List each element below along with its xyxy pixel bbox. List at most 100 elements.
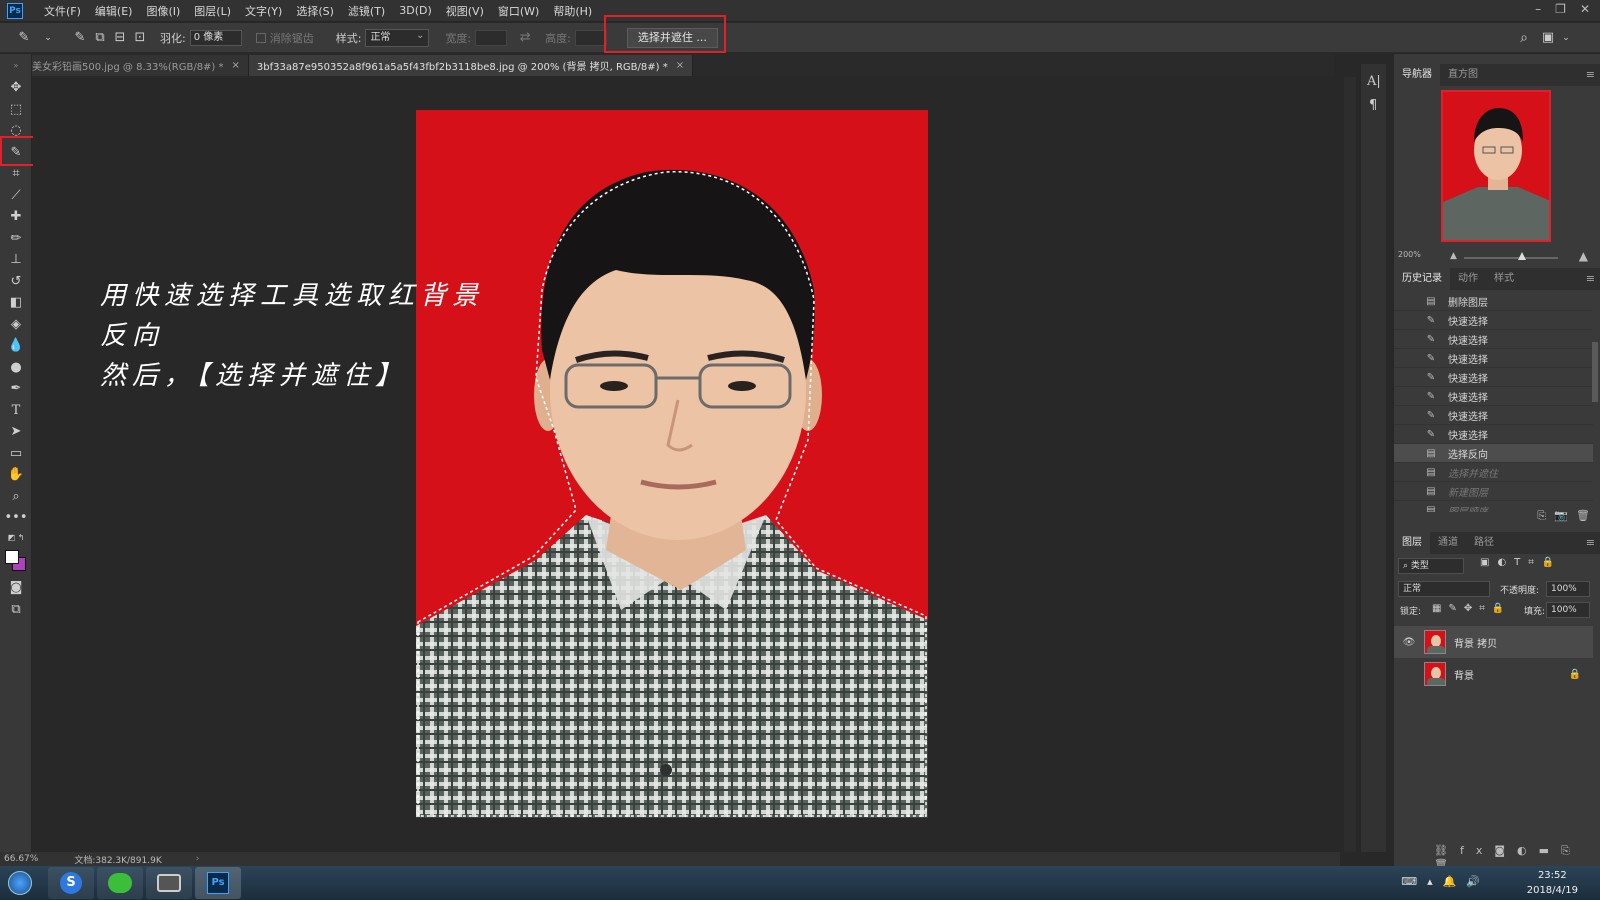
add-selection-icon[interactable]: ⧉ <box>90 28 110 48</box>
blend-mode-select[interactable]: 正常 <box>1398 581 1490 597</box>
menu-view[interactable]: 视图(V) <box>439 3 491 19</box>
eraser-tool-icon[interactable]: ◧ <box>6 293 26 311</box>
taskbar-camera[interactable] <box>146 867 192 899</box>
quick-mask-icon[interactable]: ◙ <box>6 578 26 596</box>
menu-layer[interactable]: 图层(L) <box>187 3 238 19</box>
canvas-vertical-scrollbar[interactable] <box>1344 77 1356 852</box>
tab-paths[interactable]: 路径 <box>1466 532 1502 554</box>
quick-select-preset-icon[interactable]: ✎ <box>14 28 34 48</box>
zoom-level[interactable]: 66.67% <box>4 854 38 864</box>
panel-menu-icon[interactable]: ≡ <box>1586 536 1595 549</box>
tab-histogram[interactable]: 直方图 <box>1440 64 1486 86</box>
screen-mode-icon[interactable]: ⧉ <box>6 600 26 618</box>
status-arrow-icon[interactable]: › <box>196 854 200 864</box>
panel-menu-icon[interactable]: ≡ <box>1586 272 1595 285</box>
history-state-row[interactable]: ✎ 快速选择 <box>1394 368 1593 387</box>
search-icon[interactable]: ⌕ <box>1514 28 1534 48</box>
menu-filter[interactable]: 滤镜(T) <box>341 3 392 19</box>
history-state-row[interactable]: ▤ 删除图层 <box>1394 292 1593 311</box>
tab-history[interactable]: 历史记录 <box>1394 268 1450 290</box>
opacity-input[interactable]: 100% <box>1546 581 1590 597</box>
panel-menu-icon[interactable]: ≡ <box>1586 68 1595 81</box>
taskbar-sogou[interactable]: S <box>48 867 94 899</box>
menu-help[interactable]: 帮助(H) <box>546 3 599 19</box>
history-scrollbar[interactable] <box>1592 342 1598 402</box>
tab-channels[interactable]: 通道 <box>1430 532 1466 554</box>
fill-input[interactable]: 100% <box>1546 602 1590 618</box>
more-tools-icon[interactable]: ••• <box>5 508 28 526</box>
close-icon[interactable]: ✕ <box>1580 2 1590 16</box>
menu-image[interactable]: 图像(I) <box>139 3 187 19</box>
history-state-row[interactable]: ✎ 快速选择 <box>1394 330 1593 349</box>
taskbar-photoshop[interactable]: Ps <box>195 867 241 899</box>
history-state-row[interactable]: ✎ 快速选择 <box>1394 406 1593 425</box>
history-state-row[interactable]: ✎ 快速选择 <box>1394 387 1593 406</box>
height-input[interactable] <box>574 29 607 46</box>
healing-brush-tool-icon[interactable]: ✚ <box>6 207 26 225</box>
tab-document-1[interactable]: 美女彩铅画500.jpg @ 8.33%(RGB/8#) * × <box>24 55 249 76</box>
history-state-row[interactable]: ▤ 选择反向 <box>1394 444 1593 463</box>
menu-file[interactable]: 文件(F) <box>37 3 88 19</box>
menu-window[interactable]: 窗口(W) <box>491 3 546 19</box>
tab-close-icon[interactable]: × <box>232 60 240 71</box>
character-panel-icon[interactable]: A| <box>1367 74 1381 89</box>
paint-bucket-tool-icon[interactable]: ◈ <box>6 315 26 333</box>
tab-layers[interactable]: 图层 <box>1394 532 1430 554</box>
move-tool-icon[interactable]: ✥ <box>6 78 26 96</box>
style-select[interactable]: 正常 <box>365 28 430 47</box>
feather-input[interactable]: 0 像素 <box>189 29 242 46</box>
lock-options-icons[interactable]: ▦✎✥⌗🔒 <box>1432 603 1511 614</box>
workspace-icon[interactable]: ▣ <box>1538 28 1558 48</box>
hand-tool-icon[interactable]: ✋ <box>6 465 26 483</box>
type-tool-icon[interactable]: T <box>6 401 26 419</box>
blur-tool-icon[interactable]: 💧 <box>6 336 26 354</box>
workspace-dropdown-icon[interactable]: ⌄ <box>1556 28 1576 48</box>
zoom-out-icon[interactable]: ▲ <box>1450 251 1457 261</box>
restore-icon[interactable]: ❐ <box>1555 2 1566 16</box>
subtract-selection-icon[interactable]: ⊟ <box>110 28 130 48</box>
history-state-row[interactable]: ✎ 快速选择 <box>1394 425 1593 444</box>
navigator-zoom-slider[interactable] <box>1464 257 1558 259</box>
zoom-tool-icon[interactable]: ⌕ <box>6 487 26 505</box>
eyedropper-tool-icon[interactable]: ⟋ <box>6 186 26 204</box>
new-document-from-state-icon[interactable]: ⎘ <box>1537 509 1546 523</box>
foreground-color-swatch[interactable] <box>5 550 19 564</box>
menu-3d[interactable]: 3D(D) <box>392 4 439 17</box>
width-input[interactable] <box>475 29 508 46</box>
document-image[interactable] <box>416 110 928 818</box>
path-selection-tool-icon[interactable]: ➤ <box>6 422 26 440</box>
tab-document-2[interactable]: 3bf33a87e950352a8f961a5a5f43fbf2b3118be8… <box>248 55 694 76</box>
clone-stamp-tool-icon[interactable]: ⊥ <box>6 250 26 268</box>
menu-type[interactable]: 文字(Y) <box>238 3 289 19</box>
start-button[interactable] <box>0 866 40 900</box>
delete-state-trash-icon[interactable]: 🗑 <box>1576 509 1590 522</box>
default-colors-icon[interactable]: ◩ ↰ <box>6 528 26 546</box>
tab-close-icon[interactable]: × <box>676 60 684 71</box>
layer-filter-select[interactable]: ⌕ 类型 <box>1398 558 1464 574</box>
history-brush-tool-icon[interactable]: ↺ <box>6 272 26 290</box>
zoom-slider-handle[interactable] <box>1518 252 1526 260</box>
crop-tool-icon[interactable]: ⌗ <box>6 164 26 182</box>
dropdown-arrow-icon[interactable]: ⌄ <box>38 28 58 48</box>
pen-tool-icon[interactable]: ✒ <box>6 379 26 397</box>
dodge-tool-icon[interactable]: ● <box>6 358 26 376</box>
layer-row[interactable]: 👁 背景 拷贝 <box>1394 626 1593 658</box>
menu-select[interactable]: 选择(S) <box>289 3 341 19</box>
tab-navigator[interactable]: 导航器 <box>1394 64 1440 86</box>
marquee-tool-icon[interactable]: ⬚ <box>6 100 26 118</box>
zoom-in-icon[interactable]: ▲ <box>1579 249 1588 263</box>
intersect-selection-icon[interactable]: ⊡ <box>130 28 150 48</box>
tab-actions[interactable]: 动作 <box>1450 268 1486 290</box>
layer-name[interactable]: 背景 拷贝 <box>1454 635 1497 650</box>
navigator-preview[interactable] <box>1441 90 1551 242</box>
layer-row[interactable]: 背景 🔒 <box>1394 658 1593 690</box>
menu-edit[interactable]: 编辑(E) <box>88 3 140 19</box>
navigator-zoom-value[interactable]: 200% <box>1398 250 1421 259</box>
history-state-row[interactable]: ✎ 快速选择 <box>1394 311 1593 330</box>
minimize-icon[interactable]: – <box>1535 2 1541 16</box>
brush-tool-icon[interactable]: ✏ <box>6 229 26 247</box>
history-state-row[interactable]: ▤ 选择并遮住 <box>1394 463 1593 482</box>
visibility-eye-icon[interactable]: 👁 <box>1402 637 1416 648</box>
history-state-row[interactable]: ✎ 快速选择 <box>1394 349 1593 368</box>
taskbar-wechat[interactable] <box>97 867 143 899</box>
